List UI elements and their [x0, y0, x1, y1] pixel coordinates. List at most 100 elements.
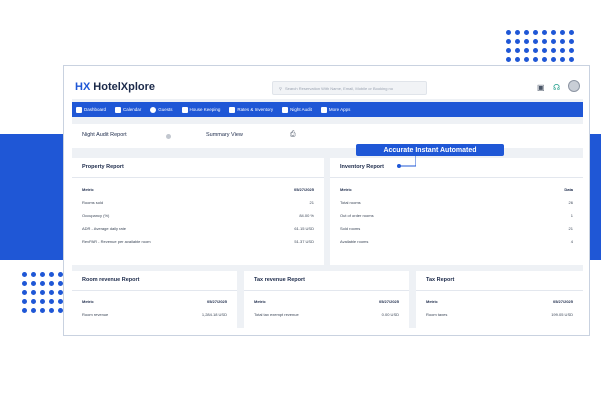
decorative-dot	[560, 48, 565, 53]
divider	[72, 290, 237, 291]
card-title: Room revenue Report	[82, 277, 140, 283]
main-nav: Dashboard Calendar Guests House Keeping …	[72, 102, 583, 117]
decorative-dot	[551, 39, 556, 44]
avatar[interactable]	[568, 80, 580, 92]
divider	[72, 177, 324, 178]
decorative-dot	[542, 48, 547, 53]
table-row: Rooms sold 21	[82, 200, 314, 205]
app-name: HotelXplore	[93, 81, 156, 93]
table-row: Total tax exempt revenue 0.00 USD	[254, 312, 399, 317]
decorative-dot	[506, 57, 511, 62]
decorative-dot	[506, 30, 511, 35]
decorative-dot	[533, 57, 538, 62]
decorative-dot	[31, 290, 36, 295]
table-row: RevPAR - Revenue per available room 51.37…	[82, 239, 314, 244]
card-title: Inventory Report	[340, 164, 385, 170]
search-placeholder: Search Reservation With Name, Email, Mob…	[284, 85, 393, 91]
decorative-dot	[506, 48, 511, 53]
logo-mark-icon: HX	[75, 81, 91, 93]
decorative-dot	[31, 281, 36, 286]
nav-item-guests[interactable]: Guests	[150, 106, 173, 113]
decorative-dot	[40, 272, 45, 277]
nav-item-house-keeping[interactable]: House Keeping	[181, 106, 220, 113]
decorative-dot	[524, 39, 529, 44]
decorative-dot	[40, 290, 45, 295]
decorative-dot	[560, 30, 565, 35]
dashboard-icon	[76, 106, 82, 113]
decorative-dot	[31, 272, 36, 277]
decorative-dot	[524, 57, 529, 62]
fullscreen-icon[interactable]: ▣	[537, 83, 545, 92]
decorative-dot	[515, 39, 520, 44]
table-row: Total rooms 26	[340, 200, 573, 205]
tax-revenue-report-card: Tax revenue Report Metric 05/27/2025 Tota…	[244, 271, 409, 328]
inventory-report-card: Inventory Report Metric Data Total rooms 2…	[330, 158, 583, 265]
decorative-dot	[560, 39, 565, 44]
decorative-dot	[533, 30, 538, 35]
decorative-dot	[569, 39, 574, 44]
decorative-dot	[515, 30, 520, 35]
decorative-dot	[22, 290, 27, 295]
guests-icon	[150, 106, 157, 113]
table-row: Occupancy (%) 84.00 %	[82, 213, 314, 218]
nav-item-night-audit[interactable]: Night Audit	[282, 106, 312, 113]
table-header: Metric 05/27/2025	[426, 299, 573, 304]
view-toggle[interactable]	[166, 134, 171, 139]
table-row: ADR - Average daily rate 61.15 USD	[82, 226, 314, 231]
table-header: Metric 05/27/2025	[82, 187, 314, 192]
report-subheader: Night Audit Report Summary View ⎙	[72, 124, 583, 148]
decorative-dot	[542, 30, 547, 35]
divider	[244, 290, 409, 291]
decorative-dot-grid	[506, 30, 574, 62]
top-bar: HX HotelXplore ⚲ Search Reservation With…	[72, 77, 583, 99]
decorative-dot	[49, 308, 54, 313]
divider	[416, 290, 583, 291]
decorative-dot	[506, 39, 511, 44]
apps-grid-icon	[320, 106, 327, 113]
house-keeping-icon	[181, 106, 188, 113]
decorative-dot	[524, 30, 529, 35]
table-header: Metric 05/27/2025	[254, 299, 399, 304]
table-row: Room revenue 1,284.18 USD	[82, 312, 227, 317]
table-row: Available rooms 4	[340, 239, 573, 244]
decorative-dot	[533, 39, 538, 44]
room-revenue-report-card: Room revenue Report Metric 05/27/2025 Roo…	[72, 271, 237, 328]
nav-item-rates-inventory[interactable]: Rates & Inventory	[229, 106, 273, 113]
card-title: Tax Report	[426, 277, 455, 283]
headset-icon[interactable]: ☊	[553, 83, 560, 92]
summary-view-label[interactable]: Summary View	[206, 132, 243, 138]
calendar-icon	[115, 106, 122, 113]
night-audit-icon	[282, 106, 289, 113]
table-header: Metric Data	[340, 187, 573, 192]
callout-leader	[397, 156, 416, 168]
decorative-dot	[22, 308, 27, 313]
decorative-dot	[569, 57, 574, 62]
rates-icon	[229, 106, 236, 113]
decorative-dot	[40, 308, 45, 313]
decorative-dot	[551, 57, 556, 62]
print-icon[interactable]: ⎙	[290, 131, 296, 139]
decorative-dot	[49, 272, 54, 277]
table-row: Sold rooms 21	[340, 226, 573, 231]
decorative-dot	[515, 48, 520, 53]
card-title: Tax revenue Report	[254, 277, 305, 283]
decorative-dot	[31, 308, 36, 313]
marketing-stage: HX HotelXplore ⚲ Search Reservation With…	[0, 0, 601, 400]
decorative-dot	[31, 299, 36, 304]
decorative-dot	[551, 30, 556, 35]
decorative-dot	[569, 30, 574, 35]
search-input[interactable]: ⚲ Search Reservation With Name, Email, M…	[272, 81, 427, 95]
app-window: HX HotelXplore ⚲ Search Reservation With…	[72, 77, 583, 328]
decorative-dot	[49, 281, 54, 286]
nav-item-more-apps[interactable]: More Apps	[320, 106, 350, 113]
search-icon: ⚲	[279, 85, 282, 91]
decorative-dot	[524, 48, 529, 53]
nav-item-calendar[interactable]: Calendar	[115, 106, 141, 113]
decorative-dot	[551, 48, 556, 53]
nav-item-dashboard[interactable]: Dashboard	[76, 106, 106, 113]
page-title: Night Audit Report	[82, 132, 127, 138]
divider	[330, 177, 583, 178]
app-logo[interactable]: HX HotelXplore	[75, 81, 155, 93]
table-header: Metric 05/27/2025	[82, 299, 227, 304]
callout-badge: Accurate Instant Automated	[356, 144, 504, 156]
